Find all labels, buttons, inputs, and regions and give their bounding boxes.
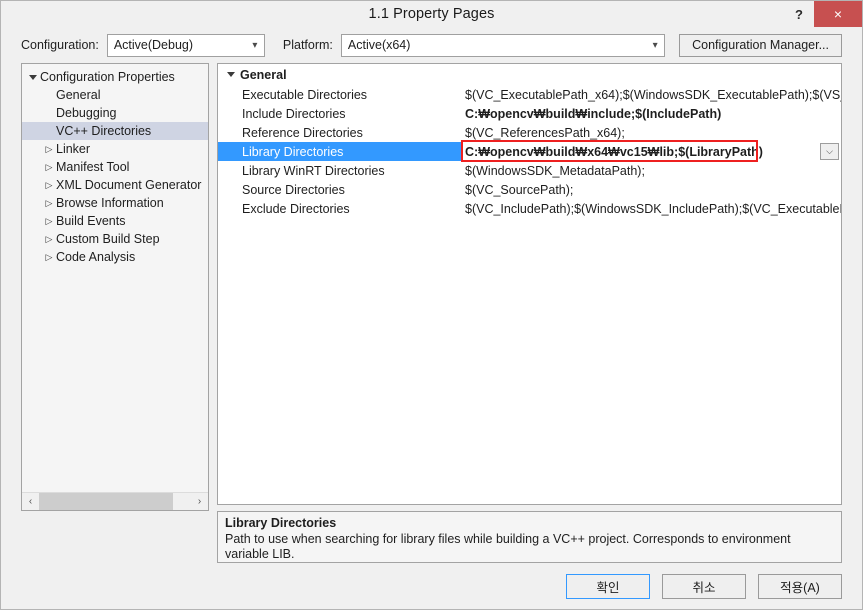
sidebar-item-manifest-tool[interactable]: ▷Manifest Tool xyxy=(22,158,208,176)
sidebar-item-label: VC++ Directories xyxy=(56,124,151,138)
description-text: Path to use when searching for library f… xyxy=(225,532,834,562)
dialog-body: Configuration Properties General Debugging… xyxy=(1,63,862,563)
window-controls: ? × xyxy=(784,1,862,27)
property-row[interactable]: Include DirectoriesC:₩opencv₩build₩inclu… xyxy=(218,104,841,123)
configuration-manager-button[interactable]: Configuration Manager... xyxy=(679,34,842,57)
chevron-down-icon: ▾ xyxy=(646,35,664,56)
configuration-label: Configuration: xyxy=(21,38,99,52)
property-row-list: Executable Directories$(VC_ExecutablePat… xyxy=(218,85,841,218)
property-value[interactable]: $(VC_IncludePath);$(WindowsSDK_IncludePa… xyxy=(463,202,841,216)
sidebar-item-label: Build Events xyxy=(56,214,125,228)
property-name: Executable Directories xyxy=(218,88,463,102)
sidebar-item-build-events[interactable]: ▷Build Events xyxy=(22,212,208,230)
property-pages-dialog: 1.1 Property Pages ? × Configuration: Ac… xyxy=(0,0,863,610)
description-panel: Library Directories Path to use when sea… xyxy=(217,511,842,563)
chevron-down-icon: ▾ xyxy=(246,35,264,56)
expander-down-icon xyxy=(26,75,40,80)
configuration-tree[interactable]: Configuration Properties General Debugging… xyxy=(22,64,208,492)
dialog-footer: 확인 취소 적용(A) xyxy=(1,563,862,609)
property-name: Library Directories xyxy=(218,145,463,159)
property-value[interactable]: $(VC_ReferencesPath_x64); xyxy=(463,126,841,140)
expander-down-icon xyxy=(222,72,240,77)
property-value-editor[interactable]: C:₩opencv₩build₩x64₩vc15₩lib;$(LibraryPa… xyxy=(463,142,841,161)
property-row[interactable]: Exclude Directories$(VC_IncludePath);$(W… xyxy=(218,199,841,218)
expander-right-icon: ▷ xyxy=(42,162,56,173)
tree-horizontal-scrollbar[interactable]: ‹ › xyxy=(22,492,208,510)
scrollbar-track[interactable] xyxy=(39,493,191,510)
expander-right-icon: ▷ xyxy=(42,180,56,191)
property-row[interactable]: Executable Directories$(VC_ExecutablePat… xyxy=(218,85,841,104)
sidebar-item-linker[interactable]: ▷Linker xyxy=(22,140,208,158)
sidebar-item-label: Configuration Properties xyxy=(40,70,175,84)
platform-value: Active(x64) xyxy=(348,38,411,52)
expander-right-icon: ▷ xyxy=(42,198,56,209)
configuration-select[interactable]: Active(Debug) ▾ xyxy=(107,34,265,57)
property-value[interactable]: $(WindowsSDK_MetadataPath); xyxy=(463,164,841,178)
sidebar-item-label: Manifest Tool xyxy=(56,160,129,174)
property-row[interactable]: Library WinRT Directories$(WindowsSDK_Me… xyxy=(218,161,841,180)
sidebar-item-configuration-properties[interactable]: Configuration Properties xyxy=(22,68,208,86)
scroll-left-icon[interactable]: ‹ xyxy=(22,493,39,510)
property-grid: General Executable Directories$(VC_Execu… xyxy=(217,63,842,505)
right-column: General Executable Directories$(VC_Execu… xyxy=(217,63,842,563)
value-dropdown-chevron-icon[interactable]: ⌵ xyxy=(820,143,839,160)
cancel-button[interactable]: 취소 xyxy=(662,574,746,599)
title-bar: 1.1 Property Pages ? × xyxy=(1,1,862,27)
sidebar-item-label: Custom Build Step xyxy=(56,232,160,246)
sidebar-item-custom-build-step[interactable]: ▷Custom Build Step xyxy=(22,230,208,248)
sidebar-item-debugging[interactable]: Debugging xyxy=(22,104,208,122)
expander-right-icon: ▷ xyxy=(42,216,56,227)
property-value[interactable]: C:₩opencv₩build₩include;$(IncludePath) xyxy=(463,107,841,121)
property-value[interactable]: $(VC_ExecutablePath_x64);$(WindowsSDK_Ex… xyxy=(463,88,841,102)
sidebar-item-general[interactable]: General xyxy=(22,86,208,104)
help-icon[interactable]: ? xyxy=(784,1,814,27)
platform-label: Platform: xyxy=(283,38,333,52)
sidebar-item-code-analysis[interactable]: ▷Code Analysis xyxy=(22,248,208,266)
property-value[interactable]: C:₩opencv₩build₩x64₩vc15₩lib;$(LibraryPa… xyxy=(463,145,820,159)
property-name: Include Directories xyxy=(218,107,463,121)
expander-right-icon: ▷ xyxy=(42,234,56,245)
configuration-tree-panel: Configuration Properties General Debugging… xyxy=(21,63,209,511)
sidebar-item-xml-document-generator[interactable]: ▷XML Document Generator xyxy=(22,176,208,194)
sidebar-item-label: XML Document Generator xyxy=(56,178,201,192)
scroll-right-icon[interactable]: › xyxy=(191,493,208,510)
close-icon[interactable]: × xyxy=(814,1,862,27)
property-group-header[interactable]: General xyxy=(218,64,841,85)
property-name: Reference Directories xyxy=(218,126,463,140)
configuration-bar: Configuration: Active(Debug) ▾ Platform:… xyxy=(1,27,862,63)
expander-right-icon: ▷ xyxy=(42,252,56,263)
apply-button[interactable]: 적용(A) xyxy=(758,574,842,599)
platform-select[interactable]: Active(x64) ▾ xyxy=(341,34,665,57)
sidebar-item-vc-directories[interactable]: VC++ Directories xyxy=(22,122,208,140)
sidebar-item-label: Code Analysis xyxy=(56,250,135,264)
ok-button[interactable]: 확인 xyxy=(566,574,650,599)
property-group-label: General xyxy=(240,68,287,82)
property-name: Source Directories xyxy=(218,183,463,197)
property-value[interactable]: $(VC_SourcePath); xyxy=(463,183,841,197)
expander-right-icon: ▷ xyxy=(42,144,56,155)
property-row[interactable]: Source Directories$(VC_SourcePath); xyxy=(218,180,841,199)
sidebar-item-browse-information[interactable]: ▷Browse Information xyxy=(22,194,208,212)
property-row[interactable]: Library DirectoriesC:₩opencv₩build₩x64₩v… xyxy=(218,142,841,161)
description-title: Library Directories xyxy=(225,516,834,530)
page-title: 1.1 Property Pages xyxy=(369,6,495,22)
property-name: Exclude Directories xyxy=(218,202,463,216)
property-name: Library WinRT Directories xyxy=(218,164,463,178)
scrollbar-thumb[interactable] xyxy=(39,493,173,510)
configuration-value: Active(Debug) xyxy=(114,38,193,52)
property-row[interactable]: Reference Directories$(VC_ReferencesPath… xyxy=(218,123,841,142)
sidebar-item-label: General xyxy=(56,88,100,102)
sidebar-item-label: Browse Information xyxy=(56,196,164,210)
sidebar-item-label: Linker xyxy=(56,142,90,156)
sidebar-item-label: Debugging xyxy=(56,106,116,120)
